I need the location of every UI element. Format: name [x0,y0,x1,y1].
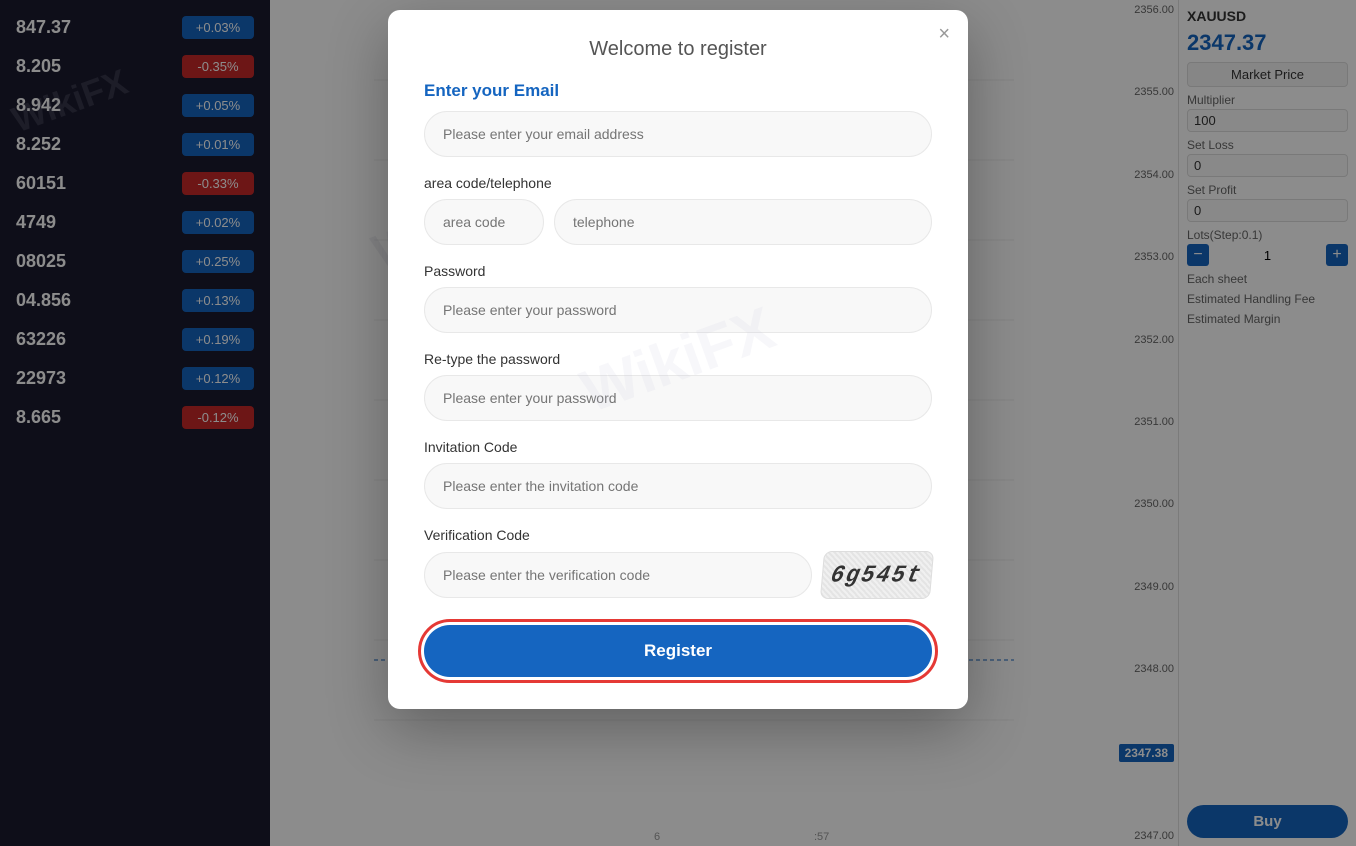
invitation-label: Invitation Code [424,439,932,455]
retype-password-section: Re-type the password [424,351,932,421]
register-button[interactable]: Register [424,625,932,677]
register-modal: WikiFX Welcome to register × Enter your … [388,10,968,709]
invitation-section: Invitation Code [424,439,932,509]
email-section: Enter your Email [424,81,932,157]
invitation-input[interactable] [424,463,932,509]
retype-label: Re-type the password [424,351,932,367]
modal-close-button[interactable]: × [938,24,950,44]
modal-overlay: WikiFX Welcome to register × Enter your … [0,0,1356,846]
captcha-image: 6g545t [820,551,934,599]
captcha-text: 6g545t [828,561,925,589]
verification-section: Verification Code 6g545t [424,527,932,599]
phone-row [424,199,932,245]
captcha-row: 6g545t [424,551,932,599]
verification-input[interactable] [424,552,812,598]
verification-label: Verification Code [424,527,932,543]
password-section: Password [424,263,932,333]
phone-section-label: area code/telephone [424,175,932,191]
telephone-input[interactable] [554,199,932,245]
modal-title: Welcome to register [424,38,932,61]
area-code-input[interactable] [424,199,544,245]
password-input[interactable] [424,287,932,333]
password-label: Password [424,263,932,279]
phone-section: area code/telephone [424,175,932,245]
email-input[interactable] [424,111,932,157]
email-section-title: Enter your Email [424,81,932,101]
retype-input[interactable] [424,375,932,421]
